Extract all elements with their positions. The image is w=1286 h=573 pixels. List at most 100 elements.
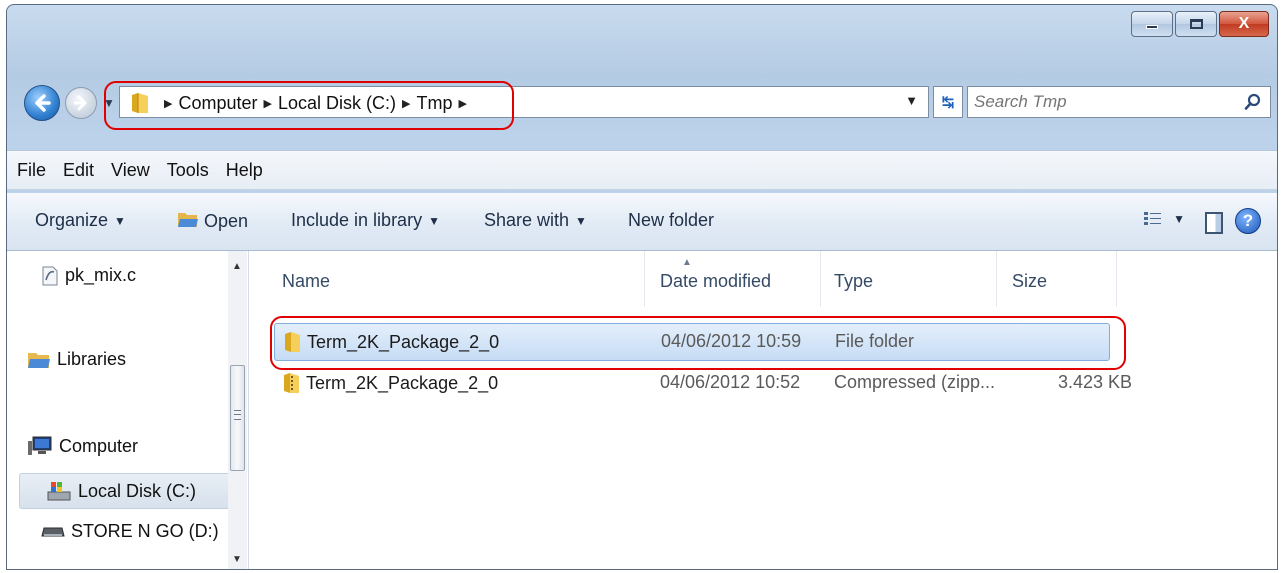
nav-item-computer[interactable]: Computer: [27, 435, 138, 457]
file-name-cell: Term_2K_Package_2_0: [282, 372, 498, 394]
share-with-button[interactable]: Share with ▼: [484, 210, 587, 231]
search-box[interactable]: [967, 86, 1271, 118]
computer-icon: [27, 435, 53, 457]
removable-drive-icon: [41, 525, 65, 539]
navigation-pane: pk_mix.c Libraries Computer Local Disk (…: [7, 251, 249, 569]
column-divider[interactable]: [820, 251, 821, 307]
chevron-down-icon: ▼: [428, 213, 440, 228]
file-list-pane: ▲ Name Date modified Type Size Term_2K_P…: [250, 251, 1277, 569]
open-label: Open: [204, 211, 249, 231]
column-type[interactable]: Type: [834, 271, 873, 292]
file-date: 04/06/2012 10:52: [660, 372, 801, 392]
organize-button[interactable]: Organize ▼: [35, 210, 126, 231]
menu-bar: File Edit View Tools Help: [7, 150, 1277, 190]
nav-item-label: Local Disk (C:): [78, 480, 197, 501]
nav-item-label: Libraries: [57, 349, 127, 369]
open-folder-icon: [177, 210, 199, 233]
preview-pane-button[interactable]: [1205, 212, 1223, 234]
chevron-down-icon: ▼: [1173, 212, 1185, 226]
file-date: 04/06/2012 10:59: [661, 331, 802, 351]
nav-item-local-disk[interactable]: Local Disk (C:): [19, 473, 235, 509]
back-arrow-icon: [35, 94, 51, 112]
local-disk-icon: [46, 480, 72, 502]
breadcrumb-tmp[interactable]: Tmp: [416, 93, 452, 114]
folder-icon: [283, 331, 301, 353]
scrollbar-thumb[interactable]: [230, 365, 245, 471]
minimize-button[interactable]: [1131, 11, 1173, 37]
nav-item-libraries[interactable]: Libraries: [27, 349, 126, 370]
column-divider[interactable]: [1116, 251, 1117, 307]
menu-help[interactable]: Help: [226, 160, 263, 181]
address-bar[interactable]: ▶ Computer ▶ Local Disk (C:) ▶ Tmp ▶ ▼: [119, 86, 929, 118]
change-view-button[interactable]: ▼: [1143, 211, 1185, 227]
breadcrumb-local-disk[interactable]: Local Disk (C:): [278, 93, 396, 114]
navigation-row: ▼ ▶ Computer ▶ Local Disk (C:) ▶ Tmp ▶ ▼: [7, 77, 1277, 127]
close-button[interactable]: X: [1219, 11, 1269, 37]
file-type: File folder: [835, 331, 915, 351]
menu-tools[interactable]: Tools: [167, 160, 209, 181]
column-name[interactable]: Name: [282, 271, 330, 292]
column-date-modified[interactable]: Date modified: [660, 271, 771, 292]
scroll-up-icon[interactable]: ▲: [232, 261, 242, 272]
breadcrumb-separator-icon[interactable]: ▶: [402, 97, 410, 110]
column-divider[interactable]: [644, 251, 645, 307]
maximize-icon: [1189, 19, 1203, 29]
view-options-icon: [1144, 212, 1162, 225]
menu-file[interactable]: File: [17, 160, 46, 181]
nav-item-label: pk_mix.c: [65, 265, 137, 285]
nav-item-store-n-go[interactable]: STORE N GO (D:): [41, 521, 219, 542]
nav-item-pk-mix[interactable]: pk_mix.c: [41, 265, 136, 286]
column-divider[interactable]: [996, 251, 997, 307]
chevron-down-icon: ▼: [114, 213, 126, 228]
file-size: 3.423 KB: [1058, 372, 1133, 392]
back-button[interactable]: [24, 85, 60, 121]
scroll-down-icon[interactable]: ▼: [232, 554, 242, 565]
help-icon: ?: [1242, 211, 1254, 230]
zip-folder-icon: [282, 372, 300, 394]
share-with-label: Share with: [484, 210, 570, 230]
file-type: Compressed (zipp...: [834, 372, 996, 392]
new-folder-label: New folder: [628, 210, 715, 230]
forward-button[interactable]: [65, 87, 97, 119]
include-in-library-label: Include in library: [291, 210, 423, 230]
open-button[interactable]: Open: [177, 210, 248, 233]
libraries-icon: [27, 350, 51, 370]
explorer-window: X ▼ ▶ Computer ▶ Local Disk (C:) ▶ Tmp ▶…: [6, 4, 1278, 570]
file-row[interactable]: Term_2K_Package_2_0 04/06/2012 10:59 Fil…: [274, 323, 1110, 361]
breadcrumb-separator-icon[interactable]: ▶: [164, 97, 172, 110]
breadcrumb-separator-icon[interactable]: ▶: [458, 97, 466, 110]
search-input[interactable]: [974, 90, 1224, 114]
column-size[interactable]: Size: [1012, 271, 1047, 292]
file-name: Term_2K_Package_2_0: [306, 372, 499, 393]
sort-ascending-icon: ▲: [682, 257, 692, 268]
menu-view[interactable]: View: [111, 160, 150, 181]
help-button[interactable]: ?: [1235, 208, 1261, 234]
grip-icon: [234, 410, 241, 420]
maximize-button[interactable]: [1175, 11, 1217, 37]
forward-arrow-icon: [73, 95, 87, 111]
command-bar: Organize ▼ Open Include in library ▼ Share…: [7, 193, 1277, 251]
refresh-button[interactable]: ↹: [933, 86, 963, 118]
file-name-cell: Term_2K_Package_2_0: [283, 331, 499, 353]
chevron-down-icon: ▼: [575, 213, 587, 228]
nav-item-label: STORE N GO (D:): [71, 521, 219, 541]
organize-label: Organize: [35, 210, 109, 230]
breadcrumb-computer[interactable]: Computer: [178, 93, 257, 114]
content-area: pk_mix.c Libraries Computer Local Disk (…: [7, 251, 1277, 569]
file-row[interactable]: Term_2K_Package_2_0 04/06/2012 10:52 Com…: [274, 365, 1132, 403]
search-icon[interactable]: [1244, 93, 1262, 116]
nav-pane-scrollbar[interactable]: ▲ ▼: [228, 251, 247, 569]
folder-icon: [130, 92, 150, 119]
file-name: Term_2K_Package_2_0: [307, 331, 500, 352]
menu-edit[interactable]: Edit: [63, 160, 94, 181]
recent-pages-dropdown[interactable]: ▼: [103, 96, 115, 110]
breadcrumb-separator-icon[interactable]: ▶: [264, 97, 272, 110]
minimize-icon: [1146, 25, 1158, 29]
refresh-icon: ↹: [941, 94, 955, 111]
address-dropdown-icon[interactable]: ▼: [905, 93, 918, 108]
new-folder-button[interactable]: New folder: [628, 210, 714, 231]
breadcrumb: ▶ Computer ▶ Local Disk (C:) ▶ Tmp ▶: [158, 91, 473, 115]
column-header: ▲ Name Date modified Type Size: [250, 251, 1277, 307]
include-in-library-button[interactable]: Include in library ▼: [291, 210, 440, 231]
c-file-icon: [41, 266, 59, 286]
